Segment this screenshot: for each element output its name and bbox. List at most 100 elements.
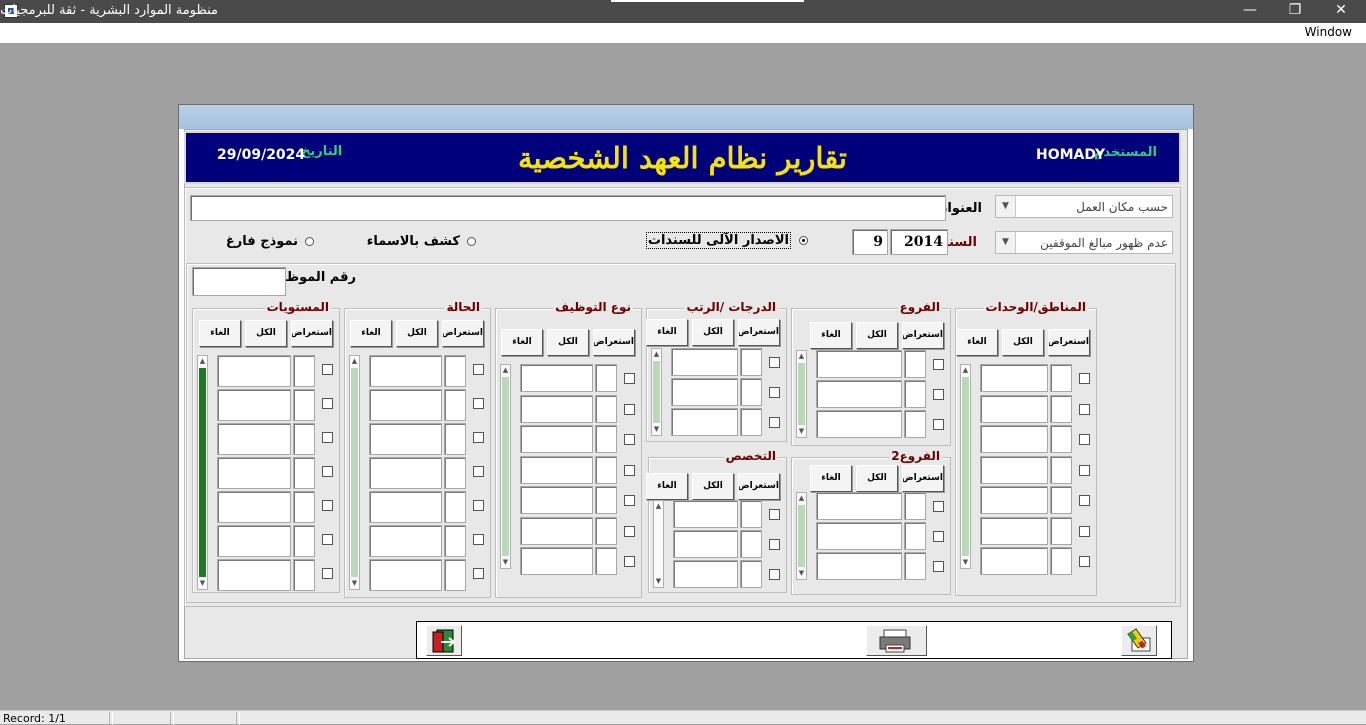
exit-button[interactable] xyxy=(426,625,462,656)
cancel-button[interactable]: الغاء xyxy=(810,465,852,492)
row-name-field[interactable] xyxy=(980,394,1048,423)
row-checkbox[interactable] xyxy=(933,531,944,542)
row-code-field[interactable] xyxy=(444,457,466,489)
close-button[interactable]: ✕ xyxy=(1318,0,1364,23)
row-code-field[interactable] xyxy=(595,516,617,545)
browse-button[interactable]: استعراض xyxy=(738,473,780,500)
browse-button[interactable]: استعراض xyxy=(902,322,944,349)
row-checkbox[interactable] xyxy=(322,534,333,545)
row-checkbox[interactable] xyxy=(933,359,944,370)
row-code-field[interactable] xyxy=(904,410,926,438)
row-checkbox[interactable] xyxy=(933,389,944,400)
all-button[interactable]: الكل xyxy=(1002,329,1044,356)
row-code-field[interactable] xyxy=(444,355,466,387)
scroll-thumb[interactable] xyxy=(798,363,805,425)
row-checkbox[interactable] xyxy=(322,466,333,477)
cancel-button[interactable]: الغاء xyxy=(646,473,688,500)
scroll-up-icon[interactable]: ▲ xyxy=(652,349,661,360)
row-name-field[interactable] xyxy=(369,491,442,523)
row-name-field[interactable] xyxy=(980,516,1048,545)
cancel-button[interactable]: الغاء xyxy=(956,329,998,356)
row-name-field[interactable] xyxy=(369,389,442,421)
row-code-field[interactable] xyxy=(1050,547,1072,575)
radio-auto-issue-label[interactable]: الاصدار الآلى للسندات xyxy=(645,232,791,249)
row-name-field[interactable] xyxy=(369,423,442,455)
row-checkbox[interactable] xyxy=(1079,403,1090,415)
browse-button[interactable]: استعراض xyxy=(1048,329,1090,356)
row-checkbox[interactable] xyxy=(1079,434,1090,445)
row-checkbox[interactable] xyxy=(1079,495,1090,506)
row-checkbox[interactable] xyxy=(473,364,484,375)
row-name-field[interactable] xyxy=(520,486,593,514)
row-checkbox[interactable] xyxy=(473,568,484,579)
row-code-field[interactable] xyxy=(293,491,315,523)
row-code-field[interactable] xyxy=(444,423,466,455)
browse-button[interactable]: استعراض xyxy=(442,320,484,347)
row-checkbox[interactable] xyxy=(322,568,333,579)
scroll-up-icon[interactable]: ▲ xyxy=(654,501,663,512)
row-code-field[interactable] xyxy=(293,355,315,387)
row-checkbox[interactable] xyxy=(624,556,635,567)
row-code-field[interactable] xyxy=(740,408,762,436)
scroll-down-icon[interactable]: ▼ xyxy=(797,568,806,579)
row-code-field[interactable] xyxy=(904,350,926,378)
row-name-field[interactable] xyxy=(369,559,442,591)
cancel-button[interactable]: الغاء xyxy=(501,329,543,356)
dues-combo[interactable]: ▼ عدم ظهور مبالغ الموقفين xyxy=(995,231,1173,254)
row-checkbox[interactable] xyxy=(769,417,780,428)
row-code-field[interactable] xyxy=(740,348,762,376)
scroll-down-icon[interactable]: ▼ xyxy=(654,576,663,587)
row-name-field[interactable] xyxy=(673,560,738,588)
row-code-field[interactable] xyxy=(904,492,926,520)
row-code-field[interactable] xyxy=(293,457,315,489)
all-button[interactable]: الكل xyxy=(692,473,734,500)
row-code-field[interactable] xyxy=(293,423,315,455)
row-name-field[interactable] xyxy=(671,408,738,436)
row-checkbox[interactable] xyxy=(473,466,484,477)
browse-button[interactable]: استعراض xyxy=(593,329,635,356)
radio-auto-issue[interactable] xyxy=(799,236,808,245)
row-checkbox[interactable] xyxy=(933,419,944,430)
year-field[interactable]: 2014 xyxy=(890,229,948,255)
row-name-field[interactable] xyxy=(816,522,902,550)
restore-button[interactable]: ❐ xyxy=(1272,0,1318,23)
list-scrollbar[interactable]: ▲ ▼ xyxy=(197,355,208,590)
scroll-down-icon[interactable]: ▼ xyxy=(797,426,806,437)
scroll-up-icon[interactable]: ▲ xyxy=(797,493,806,504)
cancel-button[interactable]: الغاء xyxy=(646,319,688,346)
scroll-up-icon[interactable]: ▲ xyxy=(501,365,510,376)
scroll-up-icon[interactable]: ▲ xyxy=(961,365,970,376)
row-name-field[interactable] xyxy=(217,559,291,591)
row-code-field[interactable] xyxy=(595,394,617,423)
row-code-field[interactable] xyxy=(595,547,617,575)
all-button[interactable]: الكل xyxy=(547,329,589,356)
scroll-down-icon[interactable]: ▼ xyxy=(961,557,970,568)
row-code-field[interactable] xyxy=(595,425,617,453)
all-button[interactable]: الكل xyxy=(692,319,734,346)
row-name-field[interactable] xyxy=(980,486,1048,514)
scroll-down-icon[interactable]: ▼ xyxy=(350,578,359,589)
row-name-field[interactable] xyxy=(980,547,1048,575)
row-code-field[interactable] xyxy=(293,389,315,421)
row-name-field[interactable] xyxy=(671,348,738,376)
row-checkbox[interactable] xyxy=(624,434,635,445)
row-name-field[interactable] xyxy=(369,457,442,489)
row-checkbox[interactable] xyxy=(473,500,484,511)
row-name-field[interactable] xyxy=(369,525,442,557)
row-name-field[interactable] xyxy=(816,552,902,580)
minimize-button[interactable]: — xyxy=(1227,0,1273,23)
address-field[interactable] xyxy=(190,195,946,221)
row-code-field[interactable] xyxy=(293,525,315,557)
row-code-field[interactable] xyxy=(1050,364,1072,392)
row-checkbox[interactable] xyxy=(473,398,484,409)
row-checkbox[interactable] xyxy=(1079,464,1090,476)
row-name-field[interactable] xyxy=(520,394,593,423)
row-name-field[interactable] xyxy=(816,410,902,438)
row-code-field[interactable] xyxy=(1050,394,1072,423)
row-checkbox[interactable] xyxy=(1079,373,1090,384)
radio-names[interactable] xyxy=(467,237,476,246)
row-code-field[interactable] xyxy=(740,500,762,528)
row-name-field[interactable] xyxy=(369,355,442,387)
browse-button[interactable]: استعراض xyxy=(902,465,944,492)
row-code-field[interactable] xyxy=(904,552,926,580)
